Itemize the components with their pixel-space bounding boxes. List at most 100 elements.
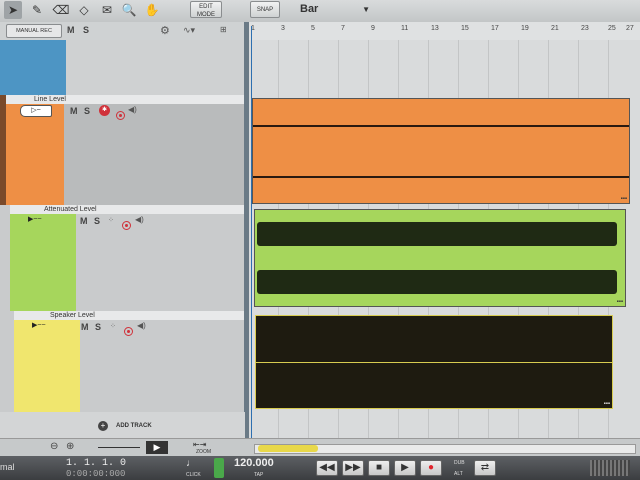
track-color-swatch	[0, 40, 66, 95]
zoom-arrows-icon[interactable]: ⇤⇥	[193, 440, 206, 449]
mute-button[interactable]: M	[70, 106, 78, 116]
zoom-out-icon[interactable]: ⊖	[50, 441, 58, 452]
dub-label: DUB	[454, 460, 465, 466]
audio-clip-attenuated-level[interactable]: ▪▪▪	[254, 209, 626, 307]
pencil-tool-icon[interactable]: ✎	[28, 1, 46, 19]
record-arm-button[interactable]	[124, 327, 133, 337]
loop-button[interactable]: ⇄	[474, 460, 496, 476]
hand-tool-icon[interactable]: ✋	[143, 1, 161, 19]
tap-tempo-button[interactable]: TAP	[254, 472, 263, 478]
ruler-bar-label: 27	[626, 25, 634, 32]
toolbar: ➤ ✎ ⌫ ◇ ✉ 🔍 ✋ EDIT MODE SNAP Bar ▼	[0, 0, 640, 23]
zoom-in-icon[interactable]: ⊕	[66, 441, 74, 452]
ruler-bar-label: 19	[521, 25, 529, 32]
fast-forward-icon: ▶▶	[345, 462, 361, 473]
ruler-bar-label: 9	[371, 25, 375, 32]
input-level-meter	[214, 458, 224, 478]
play-region-icon[interactable]: ▶	[146, 441, 168, 454]
global-mute-button[interactable]: M	[67, 25, 75, 35]
solo-button[interactable]: S	[84, 106, 90, 116]
track-color-swatch	[10, 214, 76, 311]
pointer-tool-icon[interactable]: ➤	[4, 1, 22, 19]
instrument-icon: ▶~~	[32, 322, 46, 329]
waveform	[253, 176, 629, 178]
time-display: 0:00:00:000	[66, 469, 126, 479]
scroll-thumb[interactable]	[258, 445, 318, 452]
speaker-icon[interactable]: ◀)	[137, 321, 146, 330]
mute-button[interactable]: M	[80, 216, 88, 226]
zoom-bar: ⊖ ⊕ ▶ ⇤⇥ ZOOM	[0, 438, 640, 457]
left-panel-label: mal	[0, 462, 15, 472]
chevron-down-icon: ▼	[362, 5, 370, 14]
solo-button[interactable]: S	[95, 322, 101, 332]
ruler-bar-label: 23	[581, 25, 589, 32]
alt-label: ALT	[454, 471, 463, 477]
metronome-icon[interactable]: ♩	[186, 458, 196, 469]
ruler-bar-label: 25	[608, 25, 616, 32]
instrument-icon: ▶~~	[28, 216, 42, 223]
record-icon: ●	[427, 462, 435, 473]
speaker-icon[interactable]: ◀)	[135, 215, 144, 224]
audio-clip-speaker-level[interactable]: ▪▪▪	[255, 315, 613, 409]
global-solo-button[interactable]: S	[83, 25, 89, 35]
transport-bar: mal 1. 1. 1. 0 0:00:00:000 ♩ CLICK 120.0…	[0, 456, 640, 480]
automation-icon[interactable]: ∿▾	[183, 25, 195, 36]
input-monitor-icon[interactable]: ⁘	[108, 216, 114, 224]
solo-button[interactable]: S	[94, 216, 100, 226]
position-display[interactable]: 1. 1. 1. 0	[66, 458, 126, 469]
track-blue[interactable]	[0, 40, 245, 95]
track-attenuated-level[interactable]: Attenuated Level ▶~~ M S ⁘ ◀)	[0, 205, 245, 311]
waveform	[257, 222, 617, 246]
add-track-button[interactable]: ADD TRACK	[116, 423, 152, 429]
track-speaker-level[interactable]: Speaker Level ▶~~ M S ⁘ ◀)	[0, 311, 245, 412]
add-icon[interactable]: +	[98, 421, 108, 431]
timeline-ruler[interactable]: 1 3 5 7 9 11 13 15 17 19 21 23 25 27	[248, 22, 640, 41]
grid-toggle-icon[interactable]: ⊞	[220, 25, 227, 34]
track-line-level[interactable]: Line Level ▷~ M S ✱ ◀)	[0, 95, 245, 205]
track-color-swatch	[6, 104, 64, 205]
play-icon: ▶	[401, 462, 409, 473]
ruler-bar-label: 11	[401, 25, 409, 32]
record-arm-button[interactable]	[122, 221, 131, 231]
input-monitor-icon[interactable]: ⁘	[110, 322, 116, 330]
stop-button[interactable]: ■	[368, 460, 390, 476]
eraser-tool-icon[interactable]: ⌫	[52, 1, 70, 19]
track-color-swatch	[14, 320, 80, 412]
playhead[interactable]	[251, 26, 252, 438]
edit-mode-button[interactable]: EDIT MODE	[190, 1, 222, 18]
ruler-bar-label: 21	[551, 25, 559, 32]
fast-forward-button[interactable]: ▶▶	[342, 460, 364, 476]
grid-value: Bar	[300, 3, 319, 15]
ruler-bar-label: 17	[491, 25, 499, 32]
settings-gear-icon[interactable]: ⚙	[160, 24, 170, 37]
waveform	[257, 270, 617, 294]
mute-button[interactable]: M	[81, 322, 89, 332]
tempo-display[interactable]: 120.000	[234, 457, 274, 469]
speaker-icon[interactable]: ◀)	[128, 105, 137, 114]
paint-tool-icon[interactable]: ◇	[75, 1, 93, 19]
clip-menu-icon[interactable]: ▪▪▪	[604, 401, 610, 407]
track-height-slider[interactable]	[98, 447, 140, 448]
panel-splitter[interactable]	[244, 22, 249, 438]
waveform	[256, 362, 612, 363]
record-button[interactable]: ●	[420, 460, 442, 476]
audio-clip-line-level[interactable]: ▪▪▪	[252, 98, 630, 204]
output-level-meter	[590, 460, 630, 476]
add-track-area: + ADD TRACK	[0, 412, 245, 438]
rewind-button[interactable]: ◀◀	[316, 460, 338, 476]
input-monitor-icon[interactable]: ✱	[99, 105, 110, 116]
snap-button[interactable]: SNAP	[250, 1, 280, 18]
zoom-tool-icon[interactable]: 🔍	[120, 1, 138, 19]
play-button[interactable]: ▶	[394, 460, 416, 476]
loop-icon: ⇄	[480, 462, 490, 473]
ruler-bar-label: 7	[341, 25, 345, 32]
stop-icon: ■	[375, 462, 383, 473]
clip-menu-icon[interactable]: ▪▪▪	[621, 196, 627, 202]
ruler-bar-label: 3	[281, 25, 285, 32]
comment-tool-icon[interactable]: ✉	[98, 1, 116, 19]
grid-select[interactable]: Bar ▼	[300, 1, 374, 18]
record-arm-button[interactable]	[116, 111, 125, 121]
clip-menu-icon[interactable]: ▪▪▪	[617, 299, 623, 305]
track-name: Speaker Level	[14, 311, 245, 320]
manual-rec-button[interactable]: MANUAL REC	[6, 24, 62, 38]
